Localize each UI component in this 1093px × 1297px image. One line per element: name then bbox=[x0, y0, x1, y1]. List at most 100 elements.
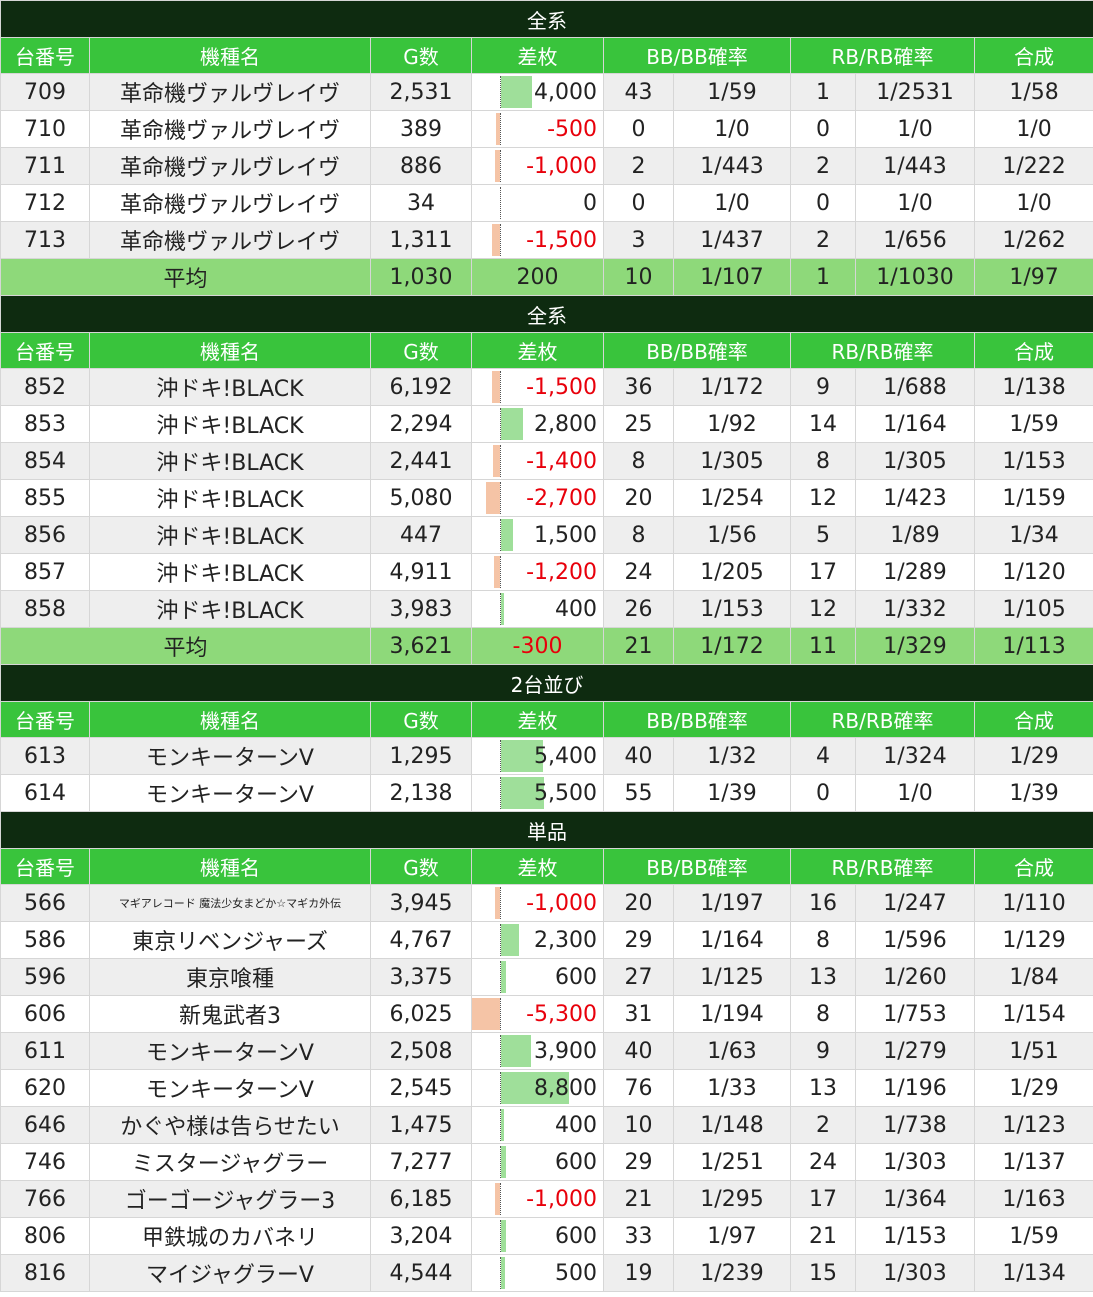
average-bb-probability: 1/107 bbox=[673, 258, 791, 296]
section-title-row: 全系 bbox=[0, 295, 1093, 333]
header-diff: 差枚 bbox=[471, 37, 604, 74]
diff-bar bbox=[501, 519, 513, 551]
average-diff-value: -300 bbox=[512, 633, 563, 659]
diff-value: -1,500 bbox=[526, 374, 597, 400]
rb-count: 8 bbox=[790, 921, 856, 959]
header-total: 合成 bbox=[973, 701, 1093, 738]
machine-name: 革命機ヴァルヴレイヴ bbox=[89, 73, 371, 111]
column-header-row: 台番号 機種名 G数 差枚 BB/BB確率 RB/RB確率 合成 bbox=[0, 848, 1093, 885]
average-rb-probability: 1/329 bbox=[855, 627, 975, 665]
rb-probability: 1/196 bbox=[855, 1069, 975, 1107]
table-row: 713 革命機ヴァルヴレイヴ 1,311 -1,500 3 1/437 2 1/656 1/26… bbox=[0, 221, 1093, 259]
header-bb: BB/BB確率 bbox=[603, 37, 791, 74]
combined-probability: 1/159 bbox=[973, 479, 1093, 517]
games-count: 6,025 bbox=[370, 995, 472, 1033]
diff-cell: -1,000 bbox=[471, 884, 604, 922]
header-diff: 差枚 bbox=[471, 701, 604, 738]
diff-bar bbox=[493, 445, 500, 477]
diff-cell: -500 bbox=[471, 110, 604, 148]
header-games: G数 bbox=[370, 701, 472, 738]
average-rb-count: 1 bbox=[790, 258, 856, 296]
bb-probability: 1/194 bbox=[673, 995, 791, 1033]
diff-axis bbox=[500, 482, 501, 514]
diff-value: 600 bbox=[555, 964, 597, 990]
bb-probability: 1/148 bbox=[673, 1106, 791, 1144]
average-games: 1,030 bbox=[370, 258, 472, 296]
results-body: 全系 台番号 機種名 G数 差枚 BB/BB確率 RB/RB確率 合成 709 革命機ヴァルヴレイ… bbox=[0, 0, 1093, 1292]
header-diff: 差枚 bbox=[471, 332, 604, 369]
bb-count: 0 bbox=[603, 184, 674, 222]
average-row: 平均 1,030 200 10 1/107 1 1/1030 1/97 bbox=[0, 258, 1093, 296]
rb-probability: 1/753 bbox=[855, 995, 975, 1033]
table-row: 710 革命機ヴァルヴレイヴ 389 -500 0 1/0 0 1/0 1/0 bbox=[0, 110, 1093, 148]
header-machine-no: 台番号 bbox=[0, 332, 90, 369]
header-total: 合成 bbox=[973, 332, 1093, 369]
bb-probability: 1/32 bbox=[673, 737, 791, 775]
rb-count: 12 bbox=[790, 479, 856, 517]
rb-count: 17 bbox=[790, 1180, 856, 1218]
bb-count: 76 bbox=[603, 1069, 674, 1107]
header-total: 合成 bbox=[973, 848, 1093, 885]
games-count: 3,945 bbox=[370, 884, 472, 922]
diff-bar bbox=[501, 1035, 531, 1067]
machine-name: 革命機ヴァルヴレイヴ bbox=[89, 147, 371, 185]
machine-name: 革命機ヴァルヴレイヴ bbox=[89, 184, 371, 222]
diff-value: 1,500 bbox=[534, 522, 597, 548]
rb-probability: 1/324 bbox=[855, 737, 975, 775]
average-games: 3,621 bbox=[370, 627, 472, 665]
header-rb: RB/RB確率 bbox=[790, 332, 975, 369]
header-bb: BB/BB確率 bbox=[603, 701, 791, 738]
machine-name: 沖ドキ!BLACK bbox=[89, 405, 371, 443]
machine-name: 沖ドキ!BLACK bbox=[89, 590, 371, 628]
section-title: 2台並び bbox=[0, 664, 1093, 702]
bb-probability: 1/92 bbox=[673, 405, 791, 443]
section-title-row: 全系 bbox=[0, 0, 1093, 38]
bb-probability: 1/239 bbox=[673, 1254, 791, 1292]
games-count: 5,080 bbox=[370, 479, 472, 517]
bb-probability: 1/97 bbox=[673, 1217, 791, 1255]
combined-probability: 1/0 bbox=[973, 184, 1093, 222]
section-title: 単品 bbox=[0, 811, 1093, 849]
average-label: 平均 bbox=[0, 627, 371, 665]
bb-count: 27 bbox=[603, 958, 674, 996]
combined-probability: 1/120 bbox=[973, 553, 1093, 591]
bb-count: 31 bbox=[603, 995, 674, 1033]
diff-value: 2,300 bbox=[534, 927, 597, 953]
rb-probability: 1/364 bbox=[855, 1180, 975, 1218]
diff-cell: -1,200 bbox=[471, 553, 604, 591]
diff-cell: -1,000 bbox=[471, 147, 604, 185]
table-row: 613 モンキーターンV 1,295 5,400 40 1/32 4 1/324 1/29 bbox=[0, 737, 1093, 775]
header-machine-no: 台番号 bbox=[0, 848, 90, 885]
games-count: 2,138 bbox=[370, 774, 472, 812]
combined-probability: 1/154 bbox=[973, 995, 1093, 1033]
rb-probability: 1/596 bbox=[855, 921, 975, 959]
results-page: 全系 台番号 機種名 G数 差枚 BB/BB確率 RB/RB確率 合成 709 革命機ヴァルヴレイ… bbox=[0, 0, 1093, 1292]
bb-count: 21 bbox=[603, 1180, 674, 1218]
table-row: 606 新鬼武者3 6,025 -5,300 31 1/194 8 1/753 1/154 bbox=[0, 995, 1093, 1033]
machine-no: 711 bbox=[0, 147, 90, 185]
bb-probability: 1/59 bbox=[673, 73, 791, 111]
header-machine-name: 機種名 bbox=[89, 701, 371, 738]
combined-probability: 1/105 bbox=[973, 590, 1093, 628]
games-count: 2,441 bbox=[370, 442, 472, 480]
diff-bar bbox=[492, 371, 500, 403]
bb-count: 20 bbox=[603, 479, 674, 517]
bb-probability: 1/33 bbox=[673, 1069, 791, 1107]
bb-count: 40 bbox=[603, 737, 674, 775]
rb-probability: 1/423 bbox=[855, 479, 975, 517]
bb-probability: 1/39 bbox=[673, 774, 791, 812]
combined-probability: 1/123 bbox=[973, 1106, 1093, 1144]
diff-value: -500 bbox=[547, 116, 597, 142]
header-machine-no: 台番号 bbox=[0, 701, 90, 738]
machine-no: 766 bbox=[0, 1180, 90, 1218]
diff-cell: -1,400 bbox=[471, 442, 604, 480]
diff-cell: 2,300 bbox=[471, 921, 604, 959]
machine-name: 沖ドキ!BLACK bbox=[89, 442, 371, 480]
rb-probability: 1/332 bbox=[855, 590, 975, 628]
bb-probability: 1/153 bbox=[673, 590, 791, 628]
bb-count: 55 bbox=[603, 774, 674, 812]
header-total: 合成 bbox=[973, 37, 1093, 74]
machine-no: 856 bbox=[0, 516, 90, 554]
machine-no: 709 bbox=[0, 73, 90, 111]
diff-bar bbox=[472, 998, 500, 1030]
